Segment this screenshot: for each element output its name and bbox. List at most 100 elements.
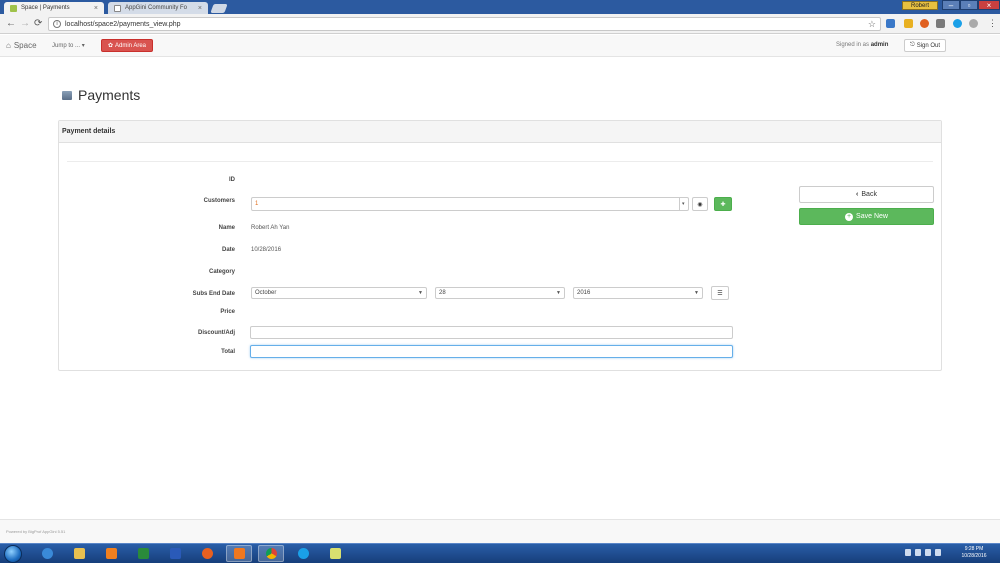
add-customer-button[interactable]: ✚ xyxy=(714,197,732,211)
back-arrow-icon[interactable]: ← xyxy=(6,18,16,29)
skype-icon[interactable] xyxy=(953,19,962,28)
app-navbar: ⌂ Space Jump to ... ▾ ✿ Admin Area Signe… xyxy=(0,35,1000,57)
customers-value: 1 xyxy=(255,201,259,207)
xampp-icon xyxy=(233,548,245,559)
chevron-down-icon: ▼ xyxy=(694,290,699,296)
back-button[interactable]: ‹ Back xyxy=(799,186,934,203)
info-icon[interactable]: i xyxy=(53,20,61,28)
brand-label: Space xyxy=(13,41,37,50)
sign-out-button[interactable]: ⎋ Sign Out xyxy=(904,39,946,52)
id-label: ID xyxy=(229,177,235,183)
save-new-button[interactable]: + Save New xyxy=(799,208,934,225)
skype-icon xyxy=(297,548,309,559)
start-button[interactable] xyxy=(4,545,22,563)
signed-in-user: admin xyxy=(870,42,889,48)
caret-down-icon: ▾ xyxy=(81,43,85,49)
extension-icon[interactable] xyxy=(936,19,945,28)
subs-year-select[interactable]: 2016 ▼ xyxy=(573,287,703,299)
tab-appgini-community[interactable]: AppGini Community Fo × xyxy=(108,2,208,14)
jump-to-menu[interactable]: Jump to ... ▾ xyxy=(52,42,85,49)
tray-arrow-icon[interactable] xyxy=(905,549,911,556)
extension-icon[interactable] xyxy=(904,19,913,28)
page-favicon-icon xyxy=(114,4,121,12)
minimize-button[interactable]: – xyxy=(942,0,960,10)
media-player-icon xyxy=(105,548,117,559)
view-customer-button[interactable]: ◉ xyxy=(692,197,708,211)
subs-day-select[interactable]: 28 ▼ xyxy=(435,287,565,299)
maximize-button[interactable]: ▫ xyxy=(960,0,978,10)
reload-icon[interactable]: ⟳ xyxy=(34,18,42,29)
admin-area-button[interactable]: ✿ Admin Area xyxy=(101,39,153,52)
customers-select[interactable]: 1 ▾ xyxy=(251,197,689,211)
panel-heading: Payment details xyxy=(59,121,941,143)
total-input[interactable] xyxy=(250,345,733,358)
admin-area-label: Admin Area xyxy=(115,42,147,49)
forward-arrow-icon[interactable]: → xyxy=(20,18,30,29)
space-favicon-icon xyxy=(10,4,17,12)
payment-details-panel: Payment details ID Customers 1 ▾ ◉ ✚ Nam… xyxy=(58,120,942,371)
media-taskbar-button[interactable] xyxy=(98,545,124,562)
calendar-button[interactable]: ☰ xyxy=(711,286,729,300)
profile-label: Robert xyxy=(910,2,929,9)
excel-icon xyxy=(137,548,149,559)
logout-icon: ⎋ xyxy=(909,42,915,48)
page-title-text: Payments xyxy=(78,87,141,103)
extension-icon[interactable] xyxy=(886,19,895,28)
subs-end-date-label: Subs End Date xyxy=(192,291,235,297)
list-icon: ☰ xyxy=(717,290,723,297)
windows-taskbar: 9:28 PM 10/28/2016 xyxy=(0,543,1000,563)
subs-day-value: 28 xyxy=(439,290,446,296)
chrome-taskbar-button[interactable] xyxy=(258,545,284,562)
notepad-taskbar-button[interactable] xyxy=(322,545,348,562)
signed-in-prefix: Signed in as xyxy=(836,42,870,48)
star-icon[interactable]: ☆ xyxy=(868,19,876,30)
subs-month-select[interactable]: October ▼ xyxy=(251,287,427,299)
url-input[interactable]: i localhost/space2/payments_view.php ☆ xyxy=(48,17,881,31)
signed-in-text: Signed in as admin xyxy=(836,42,888,48)
word-icon xyxy=(169,548,181,559)
chevron-down-icon: ▾ xyxy=(679,198,688,210)
home-icon: ⌂ xyxy=(6,41,11,50)
address-toolbar: ← → ⟳ i localhost/space2/payments_view.p… xyxy=(0,14,1000,34)
clock-time: 9:28 PM xyxy=(964,546,984,552)
category-label: Category xyxy=(208,269,235,275)
extension-icon[interactable] xyxy=(969,19,978,28)
browser-profile-badge[interactable]: Robert xyxy=(902,1,938,10)
excel-taskbar-button[interactable] xyxy=(130,545,156,562)
plus-circle-icon: + xyxy=(845,212,854,221)
cog-icon: ✿ xyxy=(107,43,113,49)
panel-title: Payment details xyxy=(62,128,116,135)
firefox-taskbar-button[interactable] xyxy=(194,545,220,562)
explorer-taskbar-button[interactable] xyxy=(66,545,92,562)
volume-icon[interactable] xyxy=(925,549,931,556)
notepad-icon xyxy=(329,548,341,559)
skype-taskbar-button[interactable] xyxy=(290,545,316,562)
close-icon[interactable]: × xyxy=(198,5,202,12)
extension-icon[interactable] xyxy=(920,19,929,28)
save-new-label: Save New xyxy=(856,213,888,220)
close-window-button[interactable]: × xyxy=(978,0,1000,10)
word-taskbar-button[interactable] xyxy=(162,545,188,562)
eye-icon: ◉ xyxy=(697,201,703,208)
network-icon[interactable] xyxy=(915,549,921,556)
subs-year-value: 2016 xyxy=(577,290,591,296)
discount-input[interactable] xyxy=(250,326,733,339)
close-icon[interactable]: × xyxy=(94,5,98,12)
new-tab-button[interactable] xyxy=(210,4,228,13)
tab-space-payments[interactable]: Space | Payments × xyxy=(4,2,104,14)
ie-taskbar-button[interactable] xyxy=(34,545,60,562)
menu-dots-icon[interactable]: ⋮ xyxy=(988,18,997,29)
brand-link[interactable]: ⌂ Space xyxy=(6,41,37,50)
date-label: Date xyxy=(221,247,235,253)
action-center-icon[interactable] xyxy=(935,549,941,556)
customers-label: Customers xyxy=(203,198,235,204)
url-text: localhost/space2/payments_view.php xyxy=(65,20,181,28)
footer-text: Powered by BigProf AppGini 5.51 xyxy=(6,529,66,534)
plus-icon: ✚ xyxy=(720,201,726,208)
xampp-taskbar-button[interactable] xyxy=(226,545,252,562)
system-clock[interactable]: 9:28 PM 10/28/2016 xyxy=(952,546,996,560)
subs-month-value: October xyxy=(255,290,277,296)
price-label: Price xyxy=(220,309,235,315)
page-footer: Powered by BigProf AppGini 5.51 xyxy=(0,519,1000,543)
system-tray xyxy=(905,549,941,556)
